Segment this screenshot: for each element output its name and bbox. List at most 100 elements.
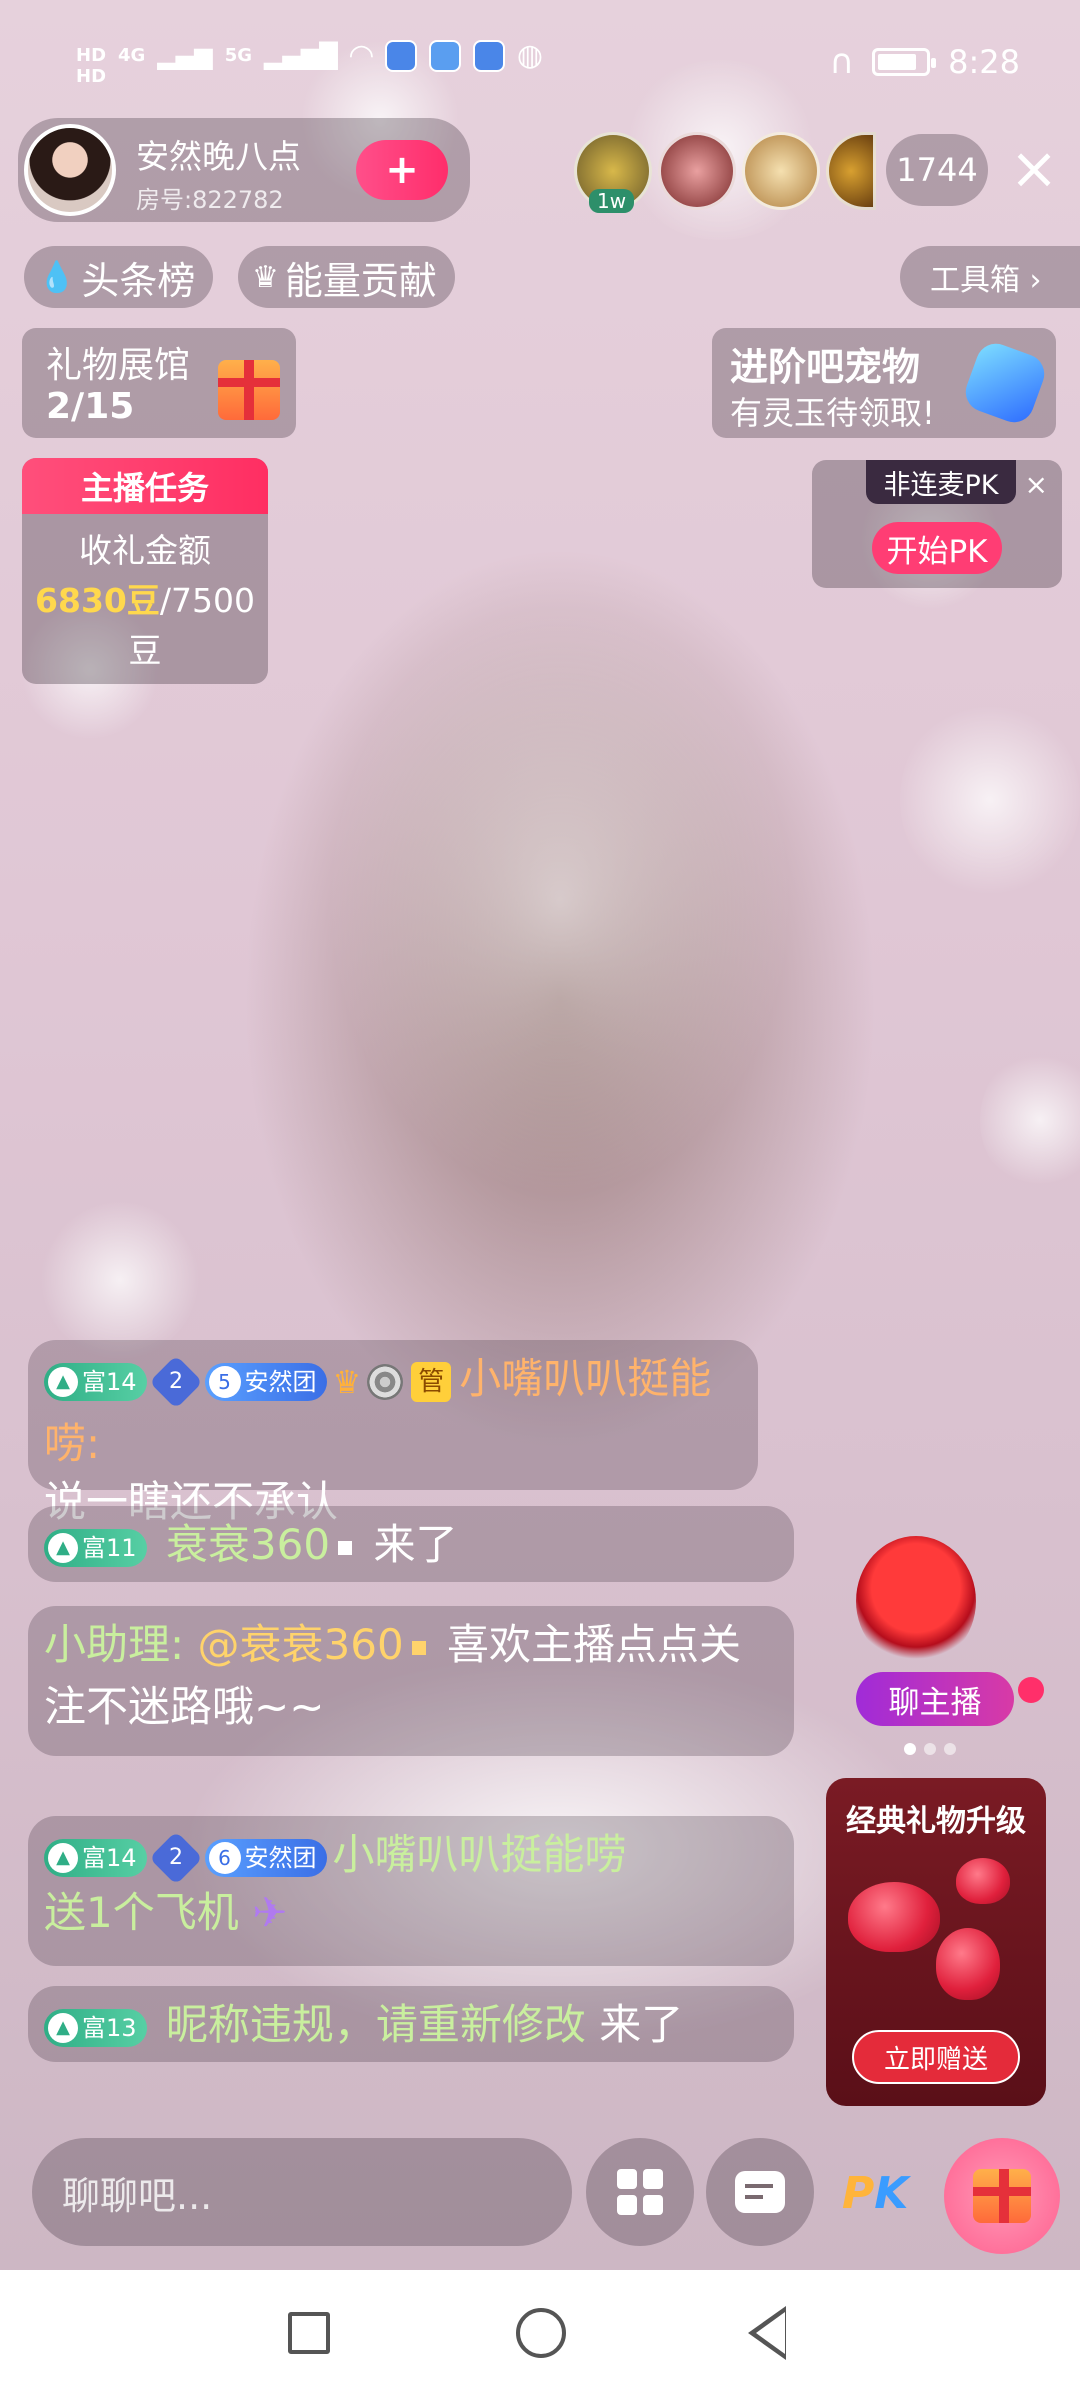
fan-group-name: 安然团 xyxy=(244,1367,317,1396)
wechat-icon: ◍ xyxy=(516,38,544,73)
task-progress: 6830豆/7500 xyxy=(32,576,258,626)
close-button[interactable]: × xyxy=(1004,139,1064,200)
rich-level-text: 富14 xyxy=(82,1843,137,1872)
rich-icon: ▲ xyxy=(48,1842,78,1873)
signal-icon: ▂▄▆ xyxy=(157,41,213,70)
back-button[interactable] xyxy=(748,2306,786,2360)
notification-dot xyxy=(1018,1677,1044,1703)
host-name: 安然晚八点 xyxy=(136,137,301,176)
rich-level-text: 富14 xyxy=(82,1367,137,1396)
rich-level-text: 富13 xyxy=(82,2013,137,2042)
rich-icon: ▲ xyxy=(48,1532,78,1563)
clock: 8:28 xyxy=(948,43,1020,81)
network-type-2: HD xyxy=(76,66,107,87)
chat-message[interactable]: ▲ 富14 2 5 安然团 ♛ 管小嘴叭叭挺能唠: 说一瞎还不承认 xyxy=(28,1340,758,1526)
chat-username[interactable]: 衰衰360 xyxy=(166,1520,330,1569)
message-icon xyxy=(735,2171,785,2213)
chat-message[interactable]: 小助理: @衰衰360 喜欢主播点点关注不迷路哦~~ xyxy=(28,1606,794,1756)
star-level-badge: 2 xyxy=(148,1830,203,1885)
chat-mention[interactable]: @衰衰360 xyxy=(198,1620,404,1669)
crown-icon: ♛ xyxy=(252,259,279,295)
gift-upgrade-card[interactable]: 经典礼物升级 立即赠送 xyxy=(826,1778,1046,2106)
app-notification-icon xyxy=(384,39,417,72)
fan-level: 5 xyxy=(208,1365,241,1398)
fan-group-badge: 5 安然团 xyxy=(204,1362,327,1401)
chat-message[interactable]: ▲ 富14 2 6 安然团 小嘴叭叭挺能唠 送1个飞机 ✈ xyxy=(28,1816,794,1966)
page-indicator-dot xyxy=(904,1743,916,1755)
more-menu-button[interactable] xyxy=(586,2138,694,2246)
wifi-icon: ◠ xyxy=(349,38,373,73)
chat-input[interactable]: 聊聊吧... xyxy=(32,2138,572,2246)
pk-mode-tag: 非连麦PK xyxy=(866,460,1016,504)
gift-button[interactable] xyxy=(944,2138,1060,2254)
pk-card[interactable]: 非连麦PK × 开始PK xyxy=(812,460,1062,588)
chat-message[interactable]: ▲ 富13 昵称违规，请重新修改 来了 xyxy=(28,1986,794,2062)
chat-message[interactable]: ▲ 富11 衰衰360 来了 xyxy=(28,1506,794,1582)
chat-text: 来了 xyxy=(599,2000,684,2049)
rose-bouquet-gift-icon[interactable] xyxy=(856,1536,976,1666)
drop-icon: 💧 xyxy=(38,259,76,295)
signal-label-5g: 5G xyxy=(224,45,253,66)
lips-icon xyxy=(848,1882,940,1952)
room-number: 房号:822782 xyxy=(136,186,284,214)
crown-icon: ♛ xyxy=(332,1362,362,1401)
star-level-text: 2 xyxy=(168,1368,183,1394)
task-current: 6830豆 xyxy=(35,581,160,620)
follow-button[interactable]: + xyxy=(356,140,448,200)
manager-badge: 管 xyxy=(411,1361,452,1402)
gift-text: 送1个飞机 xyxy=(44,1888,239,1937)
fan-group-name: 安然团 xyxy=(244,1843,317,1872)
energy-contribution-button[interactable]: ♛ 能量贡献 xyxy=(238,246,455,308)
battery-icon xyxy=(872,48,937,76)
pk-button[interactable]: PK xyxy=(842,2158,922,2228)
page-indicator-dot xyxy=(924,1743,936,1755)
spiral-icon xyxy=(367,1363,404,1400)
recent-apps-button[interactable] xyxy=(288,2312,330,2354)
top-viewer-avatar-1[interactable]: 1w xyxy=(574,132,652,213)
headline-rank-button[interactable]: 💧 头条榜 xyxy=(24,246,214,308)
chat-username[interactable]: 昵称违规，请重新修改 xyxy=(166,2000,586,2049)
rich-level-badge: ▲ 富11 xyxy=(44,1528,147,1567)
rich-level-text: 富11 xyxy=(82,1533,137,1562)
rich-level-badge: ▲ 富14 xyxy=(44,1362,147,1401)
gift-box-icon xyxy=(218,360,280,420)
viewer-count[interactable]: 1744 xyxy=(886,134,988,206)
gift-hall-card[interactable]: 礼物展馆 2/15 xyxy=(22,328,296,438)
home-button[interactable] xyxy=(516,2308,566,2358)
signal-icon-2: ▂▄▆█ xyxy=(264,41,338,70)
rich-icon: ▲ xyxy=(48,2012,78,2043)
status-bar: HD 4G ▂▄▆ 5G ▂▄▆█ ◠ ◍ HD ∩ 8:28 xyxy=(0,0,1080,120)
message-button[interactable] xyxy=(706,2138,814,2246)
chat-host-button[interactable]: 聊主播 xyxy=(856,1672,1014,1726)
pet-banner-title: 进阶吧宠物 xyxy=(730,345,921,389)
toolbox-button[interactable]: 工具箱 › xyxy=(900,246,1080,308)
page-indicator-dot xyxy=(944,1743,956,1755)
rich-level-badge: ▲ 富13 xyxy=(44,2008,147,2047)
pet-upgrade-banner[interactable]: 进阶吧宠物 有灵玉待领取! xyxy=(712,328,1056,438)
rich-icon: ▲ xyxy=(48,1366,78,1397)
headline-rank-label: 头条榜 xyxy=(81,258,196,303)
send-now-button[interactable]: 立即赠送 xyxy=(852,2030,1020,2084)
pk-close-icon[interactable]: × xyxy=(1025,468,1048,501)
assistant-name: 小助理: xyxy=(44,1620,185,1669)
headphone-icon: ∩ xyxy=(829,42,855,82)
start-pk-button[interactable]: 开始PK xyxy=(872,522,1002,574)
pet-banner-subtitle: 有灵玉待领取! xyxy=(730,394,935,432)
host-info[interactable]: 安然晚八点 房号:822782 + xyxy=(18,118,470,222)
chat-username[interactable]: 小嘴叭叭挺能唠 xyxy=(333,1830,627,1879)
top-viewer-avatar-3[interactable] xyxy=(742,132,820,210)
network-type-1: HD xyxy=(76,45,107,66)
gift-icon xyxy=(973,2169,1031,2223)
host-task-card[interactable]: 主播任务 收礼金额 6830豆/7500 豆 xyxy=(22,458,268,684)
host-avatar[interactable] xyxy=(24,124,116,216)
gift-upgrade-title: 经典礼物升级 xyxy=(846,1804,1026,1839)
game-notification-icon xyxy=(428,39,461,72)
gift-hall-progress: 2/15 xyxy=(46,386,135,427)
top-viewer-avatar-2[interactable] xyxy=(658,132,736,210)
pk-letter-p: P xyxy=(842,2167,875,2219)
signal-label-4g: 4G xyxy=(118,45,146,66)
fan-level: 6 xyxy=(208,1841,241,1874)
jade-gem-icon xyxy=(960,338,1050,428)
lips-icon xyxy=(956,1858,1010,1904)
pk-letter-k: K xyxy=(874,2167,909,2219)
